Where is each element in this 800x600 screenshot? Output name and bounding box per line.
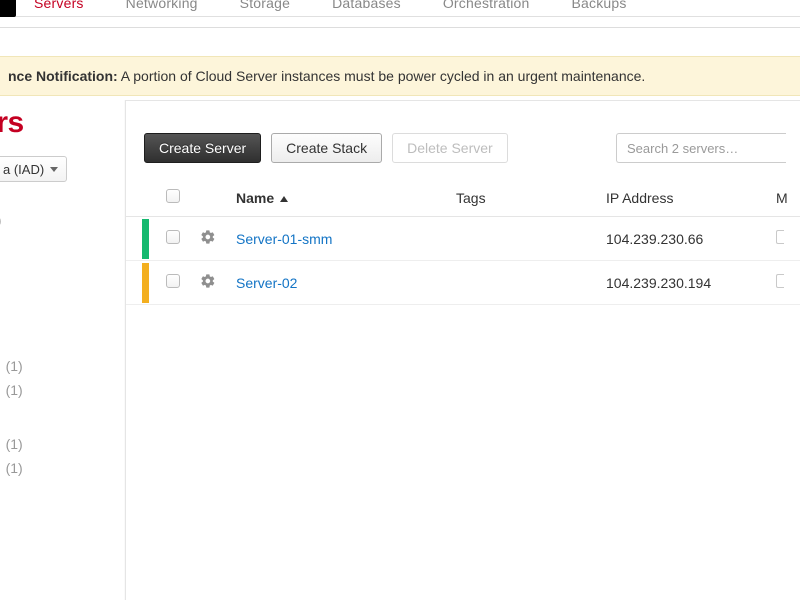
- toolbar: Create Server Create Stack Delete Server: [126, 101, 800, 181]
- main-panel: Create Server Create Stack Delete Server…: [125, 100, 800, 600]
- column-ip[interactable]: IP Address: [596, 181, 766, 217]
- top-nav: Servers Networking Storage Databases Orc…: [0, 0, 800, 17]
- banner-message: A portion of Cloud Server instances must…: [118, 68, 646, 84]
- chevron-down-icon: [50, 167, 58, 172]
- row-checkbox[interactable]: [166, 274, 180, 288]
- nav-divider: [0, 27, 800, 28]
- maintenance-banner: nce Notification: A portion of Cloud Ser…: [0, 56, 800, 96]
- sidebar-count: .. (1): [0, 382, 23, 398]
- server-link[interactable]: Server-02: [236, 275, 297, 291]
- column-tags[interactable]: Tags: [446, 181, 596, 217]
- row-checkbox[interactable]: [166, 230, 180, 244]
- select-all-checkbox[interactable]: [166, 189, 180, 203]
- monitoring-badge: [776, 230, 784, 244]
- nav-item-servers[interactable]: Servers: [34, 0, 84, 11]
- servers-table: Name Tags IP Address M Server-01-smm 104…: [126, 181, 800, 305]
- table-row: Server-02 104.239.230.194: [126, 261, 800, 305]
- gear-icon[interactable]: [200, 229, 216, 245]
- nav-item-networking[interactable]: Networking: [126, 0, 198, 11]
- ip-address: 104.239.230.66: [596, 217, 766, 261]
- page-title: vers: [0, 106, 24, 140]
- gear-icon[interactable]: [200, 273, 216, 289]
- status-indicator: [142, 219, 149, 259]
- sidebar-count: .. (1): [0, 436, 23, 452]
- region-select[interactable]: a (IAD): [0, 156, 67, 182]
- nav-item-backups[interactable]: Backups: [571, 0, 626, 11]
- region-select-label: a (IAD): [3, 162, 44, 177]
- table-header: Name Tags IP Address M: [126, 181, 800, 217]
- status-indicator: [142, 263, 149, 303]
- column-monitoring[interactable]: M: [766, 181, 800, 217]
- create-server-button[interactable]: Create Server: [144, 133, 261, 163]
- delete-server-button: Delete Server: [392, 133, 508, 163]
- nav-item-storage[interactable]: Storage: [240, 0, 290, 11]
- sidebar-count: .. (1): [0, 460, 23, 476]
- sidebar-count: 2): [0, 212, 2, 228]
- create-stack-button[interactable]: Create Stack: [271, 133, 382, 163]
- server-link[interactable]: Server-01-smm: [236, 231, 332, 247]
- brand-mark: [0, 0, 16, 17]
- search-input[interactable]: [616, 133, 786, 163]
- sidebar-count: .. (1): [0, 358, 23, 374]
- table-row: Server-01-smm 104.239.230.66: [126, 217, 800, 261]
- column-name[interactable]: Name: [226, 181, 446, 217]
- banner-prefix: nce Notification:: [8, 68, 118, 84]
- monitoring-badge: [776, 274, 784, 288]
- ip-address: 104.239.230.194: [596, 261, 766, 305]
- nav-item-orchestration[interactable]: Orchestration: [443, 0, 530, 11]
- nav-item-databases[interactable]: Databases: [332, 0, 401, 11]
